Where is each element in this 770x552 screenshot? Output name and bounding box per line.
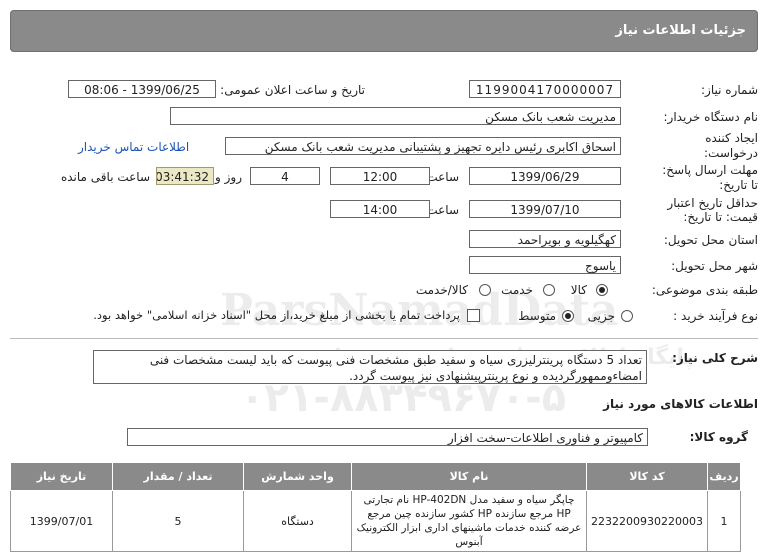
validity-label-1: حداقل تاریخ اعتبار <box>667 196 758 210</box>
process-option-small: جزیی <box>587 309 615 323</box>
deadline-date-field: 1399/06/29 <box>469 167 621 185</box>
description-field: تعداد 5 دستگاه پرینترلیزری سیاه و سفید ط… <box>93 350 647 384</box>
goods-table: ردیف کد کالا نام کالا واحد شمارش تعداد /… <box>9 462 741 552</box>
section-divider <box>10 338 758 339</box>
process-option-medium: متوسط <box>518 309 556 323</box>
description-label: شرح کلی نیاز: <box>672 351 758 365</box>
city-field: یاسوج <box>469 256 621 274</box>
buyer-label: نام دستگاه خریدار: <box>663 110 759 124</box>
validity-time-field: 14:00 <box>330 200 430 218</box>
cell-name: چاپگر سیاه و سفید مدل HP-402DN نام تجارت… <box>351 490 588 552</box>
need-number-label: شماره نیاز: <box>701 83 758 97</box>
cell-qty: 5 <box>112 490 245 552</box>
city-label: شهر محل تحویل: <box>671 259 758 273</box>
col-name: نام کالا <box>351 462 588 491</box>
col-row: ردیف <box>707 462 741 491</box>
process-radio-medium[interactable] <box>562 310 574 322</box>
deadline-label-1: مهلت ارسال پاسخ: <box>662 163 758 177</box>
goods-group-label: گروه کالا: <box>689 430 748 444</box>
goods-group-field: کامپیوتر و فناوری اطلاعات-سخت افزار <box>127 428 648 446</box>
category-option-goods-service: کالا/خدمت <box>415 283 468 297</box>
deadline-time-label: ساعت <box>426 170 459 184</box>
validity-label-2: قیمت: تا تاریخ: <box>683 210 758 224</box>
need-number-field: 1199004170000007 <box>469 80 621 98</box>
page-header: جزئیات اطلاعات نیاز <box>10 10 758 52</box>
page-title: جزئیات اطلاعات نیاز <box>615 23 746 38</box>
goods-info-title: اطلاعات کالاهای مورد نیاز <box>603 397 758 411</box>
col-unit: واحد شمارش <box>243 462 353 491</box>
province-label: استان محل تحویل: <box>663 233 758 247</box>
province-field: کهگیلویه و بویراحمد <box>469 230 621 248</box>
process-radio-small[interactable] <box>621 310 633 322</box>
days-remaining-field: 4 <box>250 167 320 185</box>
col-date: تاریخ نیاز <box>9 462 114 491</box>
category-label: طبقه بندی موضوعی: <box>651 283 758 297</box>
deadline-time-field: 12:00 <box>330 167 430 185</box>
buyer-field: مدیریت شعب بانک مسکن <box>170 107 621 125</box>
validity-time-label: ساعت <box>426 203 459 217</box>
validity-date-field: 1399/07/10 <box>469 200 621 218</box>
deadline-label-2: تا تاریخ: <box>719 178 758 192</box>
goods-table-header: ردیف کد کالا نام کالا واحد شمارش تعداد /… <box>9 462 741 491</box>
days-label: روز و <box>215 170 242 184</box>
treasury-payment-note: پرداخت تمام یا بخشی از مبلغ خرید،از محل … <box>93 308 460 322</box>
col-qty: تعداد / مقدار <box>112 462 245 491</box>
cell-code: 2232200930220003 <box>586 490 708 552</box>
creator-field: اسحاق اکابری رئیس دایره تجهیز و پشتیبانی… <box>225 137 621 155</box>
remaining-time-label: ساعت باقی مانده <box>60 170 150 184</box>
category-radio-goods[interactable] <box>596 284 608 296</box>
cell-unit: دستگاه <box>243 490 353 552</box>
announce-label: تاریخ و ساعت اعلان عمومی: <box>220 83 365 97</box>
cell-date: 1399/07/01 <box>9 490 114 552</box>
process-type-label: نوع فرآیند خرید : <box>673 309 758 323</box>
category-option-service: خدمت <box>501 283 533 297</box>
category-option-goods: کالا <box>570 283 587 297</box>
creator-label-2: درخواست: <box>704 146 758 160</box>
remaining-time-field: 03:41:32 <box>156 167 214 185</box>
category-radio-goods-service[interactable] <box>479 284 491 296</box>
category-radio-service[interactable] <box>543 284 555 296</box>
table-row[interactable]: 1 2232200930220003 چاپگر سیاه و سفید مدل… <box>9 490 741 552</box>
cell-row: 1 <box>707 490 741 552</box>
announce-field: 1399/06/25 - 08:06 <box>68 80 216 98</box>
col-code: کد کالا <box>586 462 708 491</box>
creator-label-1: ایجاد کننده <box>705 131 758 145</box>
treasury-payment-checkbox[interactable] <box>467 309 480 322</box>
buyer-contact-link[interactable]: اطلاعات تماس خریدار <box>78 140 189 154</box>
